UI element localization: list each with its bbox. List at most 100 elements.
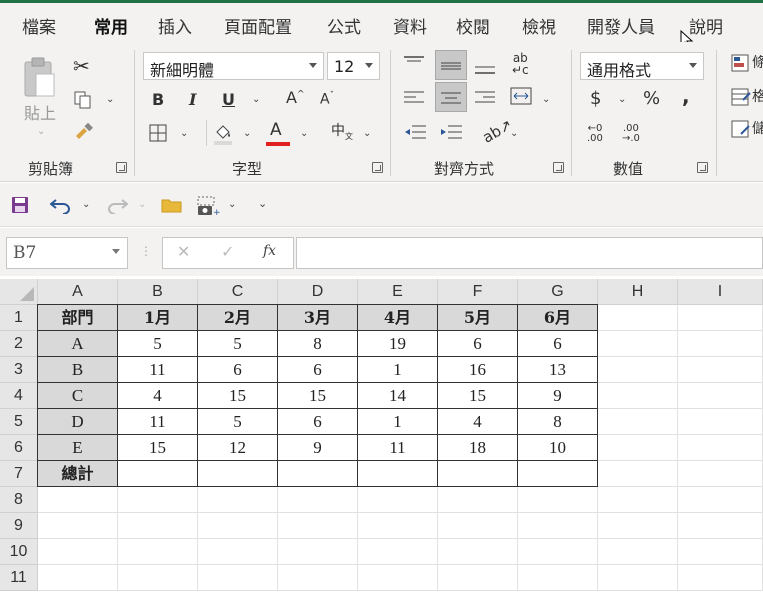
chevron-down-icon[interactable] <box>309 63 317 68</box>
cell-G8[interactable] <box>518 487 598 513</box>
decrease-font-icon[interactable]: Aˇ <box>320 92 334 107</box>
chevron-down-icon[interactable] <box>112 249 120 254</box>
row-header-7[interactable]: 7 <box>0 461 38 487</box>
column-header-C[interactable]: C <box>198 279 278 305</box>
bold-button[interactable]: B <box>152 92 164 108</box>
cell-G1[interactable]: 6月 <box>518 305 598 331</box>
cell-F5[interactable]: 4 <box>438 409 518 435</box>
borders-dropdown-icon[interactable]: ⌄ <box>180 128 188 139</box>
cell-F2[interactable]: 6 <box>438 331 518 357</box>
cell-B7[interactable] <box>118 461 198 487</box>
row-header-4[interactable]: 4 <box>0 383 38 409</box>
cell-H4[interactable] <box>598 383 678 409</box>
cell-D7[interactable] <box>278 461 358 487</box>
cell-I8[interactable] <box>678 487 763 513</box>
cell-D10[interactable] <box>278 539 358 565</box>
cell-H8[interactable] <box>598 487 678 513</box>
cell-A9[interactable] <box>38 513 118 539</box>
cell-F4[interactable]: 15 <box>438 383 518 409</box>
cell-D3[interactable]: 6 <box>278 357 358 383</box>
cell-H6[interactable] <box>598 435 678 461</box>
currency-button[interactable]: $ <box>590 90 601 108</box>
cell-G7[interactable] <box>518 461 598 487</box>
cell-E3[interactable]: 1 <box>358 357 438 383</box>
camera-icon[interactable]: + <box>196 196 220 216</box>
splitter-icon[interactable]: ⋮ <box>140 244 152 258</box>
phonetic-guide-button[interactable]: 中文 <box>331 124 353 141</box>
cell-A1[interactable]: 部門 <box>38 305 118 331</box>
customize-qat-icon[interactable]: ⌄ <box>258 197 267 210</box>
paste-button[interactable]: 貼上 <box>24 100 56 124</box>
undo-icon[interactable] <box>50 196 72 214</box>
row-header-1[interactable]: 1 <box>0 305 38 331</box>
cell-H10[interactable] <box>598 539 678 565</box>
cell-I3[interactable] <box>678 357 763 383</box>
tab-3[interactable]: 頁面配置 <box>224 13 292 38</box>
select-all-button[interactable] <box>0 279 38 305</box>
tab-5[interactable]: 資料 <box>393 13 427 38</box>
cell-I7[interactable] <box>678 461 763 487</box>
merge-dropdown-icon[interactable]: ⌄ <box>542 94 550 105</box>
row-header-10[interactable]: 10 <box>0 539 38 565</box>
merge-center-icon[interactable] <box>510 87 532 105</box>
row-header-3[interactable]: 3 <box>0 357 38 383</box>
open-folder-icon[interactable] <box>161 196 183 214</box>
cell-E1[interactable]: 4月 <box>358 305 438 331</box>
phonetic-dropdown-icon[interactable]: ⌄ <box>363 128 371 139</box>
cell-G2[interactable]: 6 <box>518 331 598 357</box>
redo-icon[interactable] <box>106 196 128 214</box>
cell-B5[interactable]: 11 <box>118 409 198 435</box>
cell-B4[interactable]: 4 <box>118 383 198 409</box>
cell-B10[interactable] <box>118 539 198 565</box>
cancel-icon[interactable]: ✕ <box>177 242 190 261</box>
cell-E5[interactable]: 1 <box>358 409 438 435</box>
cell-F6[interactable]: 18 <box>438 435 518 461</box>
camera-dropdown-icon[interactable]: ⌄ <box>228 199 236 210</box>
cell-D8[interactable] <box>278 487 358 513</box>
cell-C2[interactable]: 5 <box>198 331 278 357</box>
cell-G9[interactable] <box>518 513 598 539</box>
row-header-5[interactable]: 5 <box>0 409 38 435</box>
cell-A2[interactable]: A <box>38 331 118 357</box>
cell-D4[interactable]: 15 <box>278 383 358 409</box>
cell-A6[interactable]: E <box>38 435 118 461</box>
cell-C5[interactable]: 5 <box>198 409 278 435</box>
tab-1[interactable]: 常用 <box>94 13 128 46</box>
format-as-table-icon[interactable] <box>731 88 751 106</box>
cell-F7[interactable] <box>438 461 518 487</box>
save-icon[interactable] <box>11 196 29 214</box>
cell-H7[interactable] <box>598 461 678 487</box>
tab-4[interactable]: 公式 <box>327 13 361 38</box>
cell-A7[interactable]: 總計 <box>38 461 118 487</box>
row-header-6[interactable]: 6 <box>0 435 38 461</box>
cell-I6[interactable] <box>678 435 763 461</box>
increase-indent-icon[interactable] <box>440 124 462 140</box>
cell-E10[interactable] <box>358 539 438 565</box>
cell-F10[interactable] <box>438 539 518 565</box>
tab-2[interactable]: 插入 <box>158 13 192 38</box>
cell-E7[interactable] <box>358 461 438 487</box>
fill-color-dropdown-icon[interactable]: ⌄ <box>243 128 251 139</box>
name-box[interactable]: B7 <box>6 237 128 269</box>
cell-I11[interactable] <box>678 565 763 591</box>
cell-C3[interactable]: 6 <box>198 357 278 383</box>
cell-B6[interactable]: 15 <box>118 435 198 461</box>
cell-E11[interactable] <box>358 565 438 591</box>
formula-input[interactable] <box>296 237 763 269</box>
orientation-dropdown-icon[interactable]: ⌄ <box>510 128 518 139</box>
cell-C6[interactable]: 12 <box>198 435 278 461</box>
cell-G3[interactable]: 13 <box>518 357 598 383</box>
cell-D1[interactable]: 3月 <box>278 305 358 331</box>
cell-C9[interactable] <box>198 513 278 539</box>
cell-styles-icon[interactable] <box>731 120 751 138</box>
chevron-down-icon[interactable] <box>689 63 697 68</box>
align-right-icon[interactable] <box>475 90 495 104</box>
font-size-combo[interactable]: 12 <box>327 52 380 80</box>
cell-H1[interactable] <box>598 305 678 331</box>
cell-A8[interactable] <box>38 487 118 513</box>
cell-E8[interactable] <box>358 487 438 513</box>
cell-B1[interactable]: 1月 <box>118 305 198 331</box>
cell-A4[interactable]: C <box>38 383 118 409</box>
align-left-icon[interactable] <box>404 90 424 104</box>
tab-7[interactable]: 檢視 <box>522 13 556 38</box>
